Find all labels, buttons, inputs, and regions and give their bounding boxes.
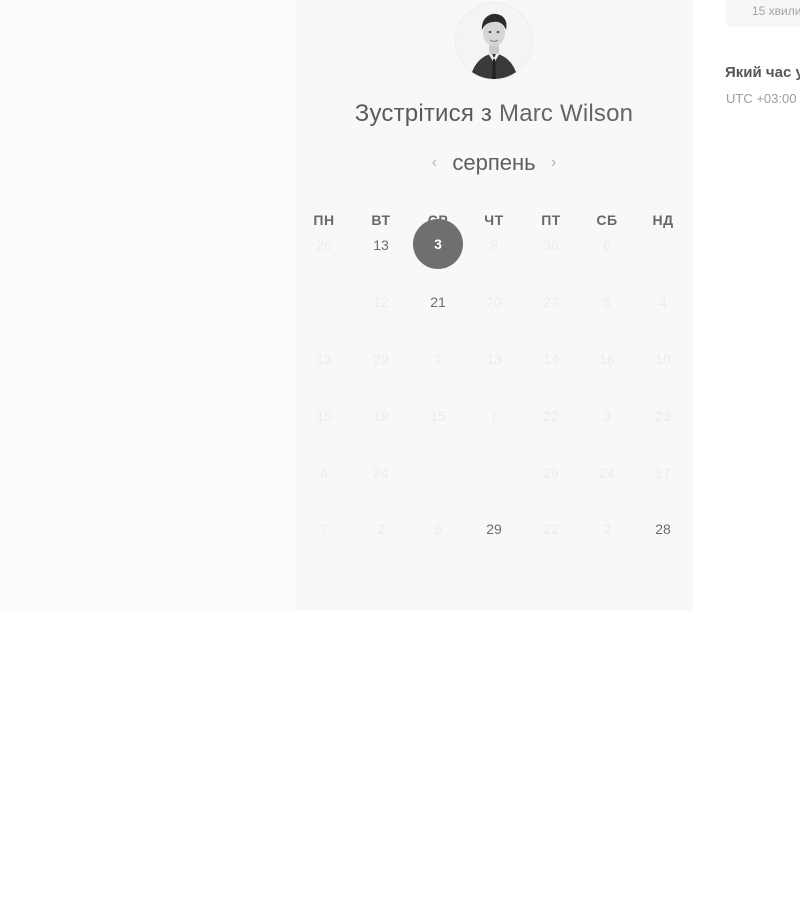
calendar-day: 9 [434, 521, 442, 537]
calendar-day: 22 [543, 521, 559, 537]
calendar-day: 7 [490, 408, 498, 424]
calendar-day: 2 [377, 521, 385, 537]
calendar-day: 22 [543, 408, 559, 424]
calendar-day: 6 [603, 237, 611, 253]
calendar-day: 2 [603, 521, 611, 537]
available-day[interactable]: 29 [472, 517, 516, 541]
calendar-day [641, 233, 685, 257]
calendar-day: 14 [543, 351, 559, 367]
calendar-day [472, 461, 516, 485]
calendar-day: 29 [373, 351, 389, 367]
calendar-day: 29 [543, 465, 559, 481]
left-panel [0, 0, 295, 611]
calendar-day: 13 [316, 351, 332, 367]
available-day[interactable]: 13 [359, 233, 403, 257]
calendar-day: 27 [543, 294, 559, 310]
calendar-day: 7 [320, 521, 328, 537]
calendar-day: 24 [373, 465, 389, 481]
calendar-day: 17 [655, 465, 671, 481]
calendar-day: 13 [486, 351, 502, 367]
calendar-day: 10 [655, 351, 671, 367]
calendar-day: 4 [659, 294, 667, 310]
calendar-day [416, 461, 460, 485]
timezone-heading: Який час у вас? [725, 64, 800, 81]
booking-page: Зустрітися з Marc Wilson ‹серпень› ПНВТС… [0, 0, 800, 900]
calendar-day: 15 [430, 408, 446, 424]
calendar-day: 12 [373, 294, 389, 310]
calendar-day [302, 290, 346, 314]
calendar-day: 3 [603, 408, 611, 424]
selected-day[interactable]: 3 [413, 219, 463, 269]
calendar-day: 8 [490, 237, 498, 253]
calendar-day: 5 [603, 294, 611, 310]
calendar-day: 19 [373, 408, 389, 424]
meeting-duration: 15 хвилин [752, 4, 800, 18]
calendar-day: 26 [316, 237, 332, 253]
available-day[interactable]: 28 [641, 517, 685, 541]
calendar-day: 15 [316, 408, 332, 424]
calendar-day: 24 [599, 465, 615, 481]
calendar-day: 4 [320, 465, 328, 481]
calendar-day: 30 [543, 237, 559, 253]
calendar-grid: 26 13 3 8 30 6 12 21 20 27 5 4 13 29 1 13 14 16 10 15 19 15 7 2… [295, 0, 693, 611]
calendar-day: 20 [486, 294, 502, 310]
calendar-day: 1 [434, 351, 442, 367]
calendar-day: 16 [599, 351, 615, 367]
calendar-day: 23 [655, 408, 671, 424]
available-day[interactable]: 21 [416, 290, 460, 314]
timezone-value[interactable]: UTC +03:00 [726, 91, 796, 106]
